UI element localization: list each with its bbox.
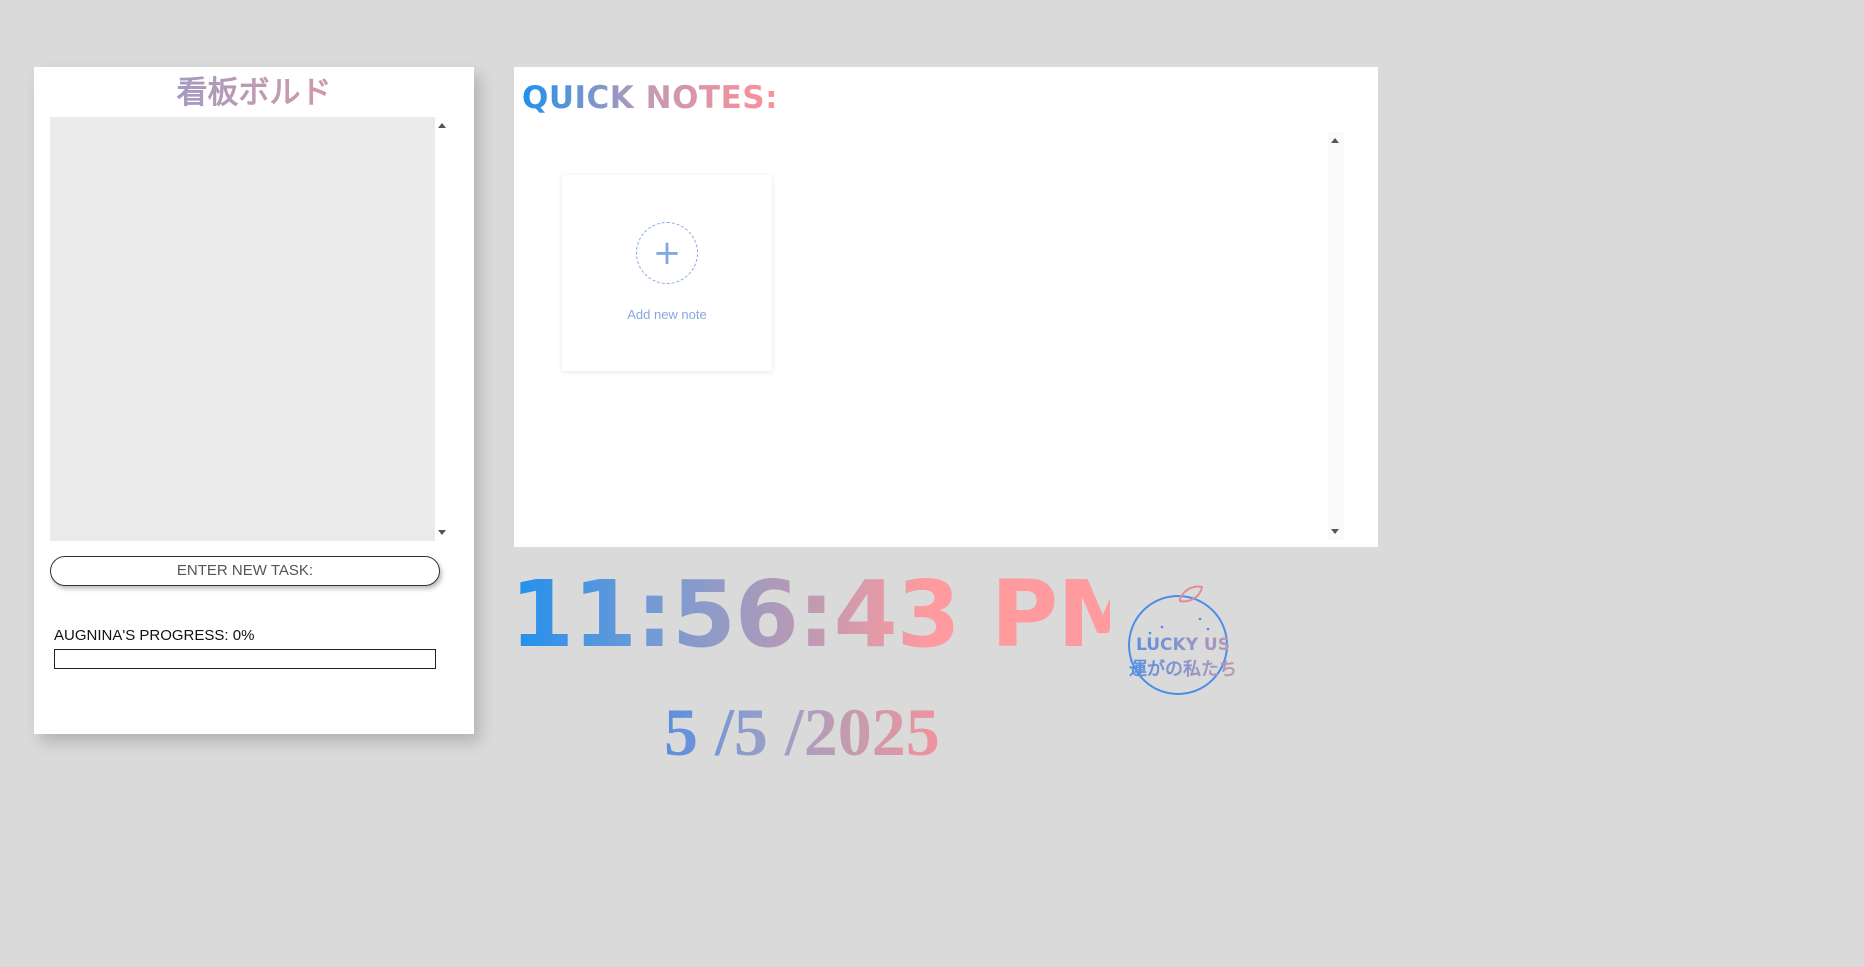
- add-note-button[interactable]: +: [636, 222, 698, 284]
- lucky-us-logo: LUCKY US 運がの私たち: [1118, 585, 1248, 710]
- progress-bar: [54, 649, 436, 669]
- task-list[interactable]: [50, 117, 435, 541]
- kanban-board-panel: 看板ボルド ENTER NEW TASK: AUGNINA'S PROGRESS…: [34, 67, 474, 734]
- quick-notes-title: QUICK NOTES:: [522, 77, 778, 119]
- scroll-up-arrow-icon[interactable]: [1331, 138, 1339, 143]
- add-note-label: Add new note: [627, 307, 707, 322]
- kanban-title: 看板ボルド: [34, 73, 474, 113]
- scroll-up-arrow-icon[interactable]: [438, 123, 446, 128]
- quick-notes-panel: QUICK NOTES: + Add new note: [514, 67, 1378, 547]
- new-task-input[interactable]: ENTER NEW TASK:: [50, 556, 440, 586]
- progress-label: AUGNINA'S PROGRESS: 0%: [54, 627, 255, 644]
- clock-time: 11:56:43 PM: [510, 561, 1149, 668]
- scroll-down-arrow-icon[interactable]: [1331, 529, 1339, 534]
- notes-scrollbar[interactable]: [1328, 132, 1344, 540]
- plus-icon[interactable]: +: [637, 223, 697, 283]
- scroll-down-arrow-icon[interactable]: [438, 530, 446, 535]
- task-list-scrollbar[interactable]: [435, 117, 449, 541]
- add-note-card[interactable]: + Add new note: [562, 175, 772, 371]
- logo-text-line1: LUCKY US: [1118, 635, 1248, 655]
- logo-text-line2: 運がの私たち: [1118, 655, 1248, 681]
- clock-date: 5 /5 /2025: [664, 692, 964, 772]
